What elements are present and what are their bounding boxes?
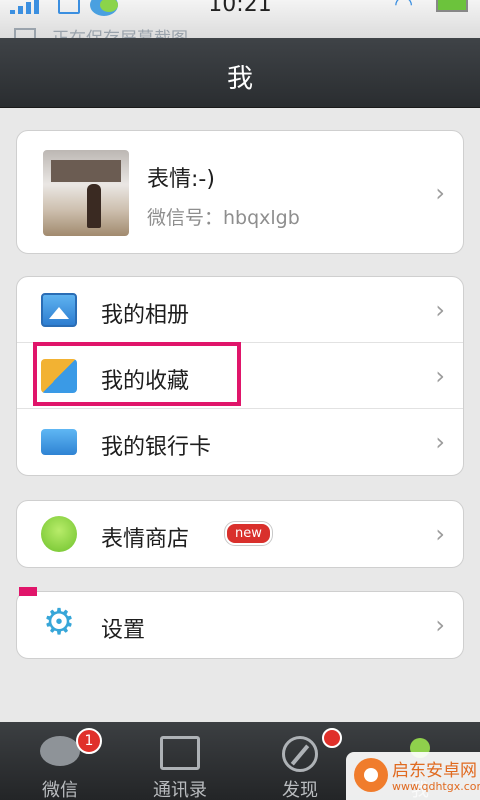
battery-icon (436, 0, 468, 12)
unread-badge: 1 (76, 728, 102, 754)
header-bar: 我 (0, 38, 480, 108)
menu-item-sticker-store[interactable]: 表情商店 new › (17, 501, 463, 567)
notification-dot (322, 728, 342, 748)
bank-card-icon (41, 429, 77, 455)
menu-group-settings: ⚙ 设置 › (16, 591, 464, 659)
tab-label: 发现 (282, 780, 318, 800)
menu-item-album[interactable]: 我的相册 › (17, 277, 463, 343)
tab-discover[interactable]: 发现 (240, 722, 360, 800)
menu-item-settings[interactable]: ⚙ 设置 › (17, 592, 463, 658)
profile-wechat-id: 微信号：hbqxlgb (147, 207, 300, 229)
tab-label: 通讯录 (153, 780, 207, 800)
page-title: 我 (226, 64, 253, 94)
tab-label: 微信 (42, 780, 78, 800)
profile-card[interactable]: 表情:-) 微信号：hbqxlgb › (16, 130, 464, 254)
chevron-right-icon: › (435, 296, 445, 324)
menu-group-sticker: 表情商店 new › (16, 500, 464, 568)
wifi-icon: ◠ (394, 0, 414, 17)
tab-chats[interactable]: 微信 (0, 722, 120, 800)
annotation-marker (19, 587, 37, 596)
chevron-right-icon: › (435, 179, 445, 207)
chevron-right-icon: › (435, 362, 445, 390)
highlight-box (33, 342, 241, 406)
gear-icon: ⚙ (42, 602, 76, 643)
menu-item-label: 设置 (101, 618, 146, 643)
menu-item-label: 我的相册 (101, 303, 190, 328)
profile-nickname: 表情:-) (147, 167, 215, 192)
album-icon (41, 293, 77, 327)
screenshot-notice: 正在保存屏幕截图 (52, 24, 188, 38)
chevron-right-icon: › (435, 428, 445, 456)
new-badge: new (225, 522, 272, 545)
avatar (43, 150, 129, 236)
compass-icon (282, 736, 318, 772)
chevron-right-icon: › (435, 611, 445, 639)
menu-item-bank-card[interactable]: 我的银行卡 › (17, 409, 463, 475)
contacts-icon (160, 736, 200, 770)
status-bar: 10:21 ◠ 正在保存屏幕截图 (0, 0, 480, 38)
chat-bubble-icon (40, 736, 80, 766)
chevron-right-icon: › (435, 520, 445, 548)
watermark-title: 启东安卓网 (392, 761, 477, 781)
watermark-url: www.qdhtgx.com (392, 780, 480, 793)
smiley-icon (41, 516, 77, 552)
watermark-logo-icon (354, 758, 388, 792)
screenshot-icon (14, 28, 36, 38)
menu-item-label: 表情商店 (101, 527, 190, 552)
tab-contacts[interactable]: 通讯录 (120, 722, 240, 800)
watermark: 启东安卓网 www.qdhtgx.com (346, 752, 480, 800)
menu-item-label: 我的银行卡 (101, 435, 212, 460)
